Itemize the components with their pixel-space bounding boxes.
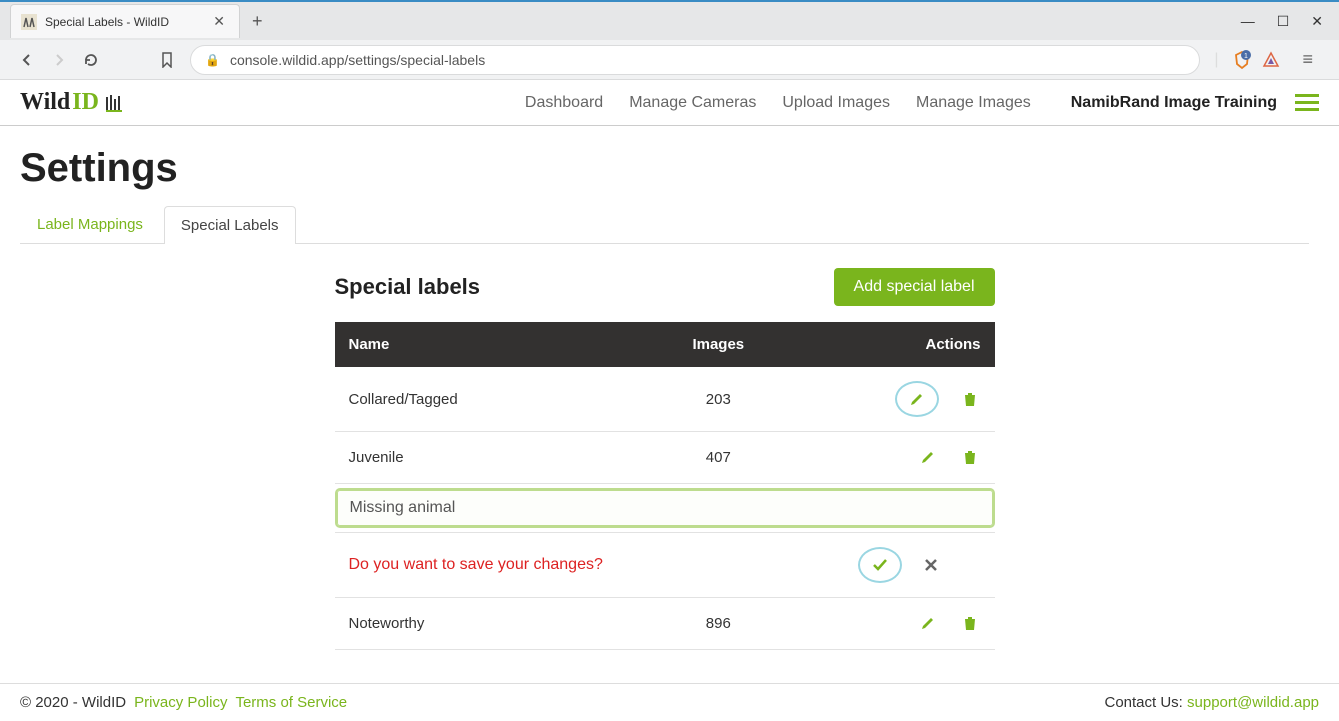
- nav-upload-images[interactable]: Upload Images: [782, 94, 890, 112]
- col-images: Images: [632, 322, 805, 367]
- tab-title: Special Labels - WildID: [45, 15, 201, 29]
- label-images: 896: [632, 598, 805, 650]
- address-bar: 🔒 console.wildid.app/settings/special-la…: [0, 40, 1339, 80]
- contact-label: Contact Us:: [1104, 694, 1182, 711]
- label-images: 203: [632, 367, 805, 432]
- trash-icon[interactable]: [959, 388, 981, 410]
- label-name-input[interactable]: [337, 490, 993, 526]
- hamburger-icon[interactable]: [1295, 90, 1319, 115]
- nav-manage-images[interactable]: Manage Images: [916, 94, 1031, 112]
- edit-circled: [895, 381, 939, 417]
- new-tab-button[interactable]: +: [244, 7, 271, 36]
- settings-tabs: Label Mappings Special Labels: [20, 205, 1309, 244]
- pencil-icon[interactable]: [917, 446, 939, 468]
- privacy-link[interactable]: Privacy Policy: [134, 694, 227, 711]
- pencil-icon[interactable]: [906, 388, 928, 410]
- labels-table: Name Images Actions Collared/Tagged 203: [335, 322, 995, 650]
- svg-text:1: 1: [1245, 53, 1249, 60]
- label-images: 407: [632, 432, 805, 484]
- maximize-button[interactable]: ☐: [1277, 13, 1290, 30]
- app-header: WildID Dashboard Manage Cameras Upload I…: [0, 80, 1339, 126]
- account-name: NamibRand Image Training: [1071, 94, 1277, 112]
- copyright: © 2020 - WildID: [20, 694, 126, 711]
- forward-button[interactable]: [50, 51, 68, 69]
- confirm-circled: [858, 547, 902, 583]
- confirm-text: Do you want to save your changes?: [335, 533, 805, 598]
- bat-icon[interactable]: [1262, 51, 1280, 69]
- browser-menu-icon[interactable]: ≡: [1294, 49, 1321, 70]
- url-box[interactable]: 🔒 console.wildid.app/settings/special-la…: [190, 45, 1200, 75]
- add-special-label-button[interactable]: Add special label: [834, 268, 995, 306]
- close-window-button[interactable]: ✕: [1311, 13, 1323, 30]
- content: Settings Label Mappings Special Labels S…: [0, 126, 1339, 683]
- table-row: Juvenile 407: [335, 432, 995, 484]
- footer: © 2020 - WildID Privacy Policy Terms of …: [0, 683, 1339, 721]
- logo[interactable]: WildID: [20, 89, 129, 117]
- minimize-button[interactable]: —: [1241, 13, 1255, 30]
- main-nav: Dashboard Manage Cameras Upload Images M…: [525, 94, 1031, 112]
- page-title: Settings: [20, 146, 1309, 191]
- confirm-row: Do you want to save your changes?: [335, 533, 995, 598]
- panel-header: Special labels Add special label: [335, 268, 995, 306]
- lock-icon: 🔒: [205, 53, 220, 67]
- bookmark-icon[interactable]: [158, 51, 176, 69]
- edit-row: [335, 484, 995, 533]
- tab-strip: Special Labels - WildID ✕ + — ☐ ✕: [0, 2, 1339, 40]
- reload-button[interactable]: [82, 51, 100, 69]
- table-row: Collared/Tagged 203: [335, 367, 995, 432]
- cancel-icon[interactable]: [920, 554, 942, 576]
- table-row: Noteworthy 896: [335, 598, 995, 650]
- label-name: Noteworthy: [335, 598, 632, 650]
- tab-label-mappings[interactable]: Label Mappings: [20, 205, 160, 243]
- brave-shield-icon[interactable]: 1: [1232, 50, 1252, 70]
- tab-special-labels[interactable]: Special Labels: [164, 206, 296, 244]
- pencil-icon[interactable]: [917, 612, 939, 634]
- label-name: Juvenile: [335, 432, 632, 484]
- trash-icon[interactable]: [959, 612, 981, 634]
- back-button[interactable]: [18, 51, 36, 69]
- extension-icons: 1: [1232, 50, 1280, 70]
- label-name: Collared/Tagged: [335, 367, 632, 432]
- url-text: console.wildid.app/settings/special-labe…: [230, 52, 485, 68]
- panel-title: Special labels: [335, 274, 481, 300]
- check-icon[interactable]: [869, 554, 891, 576]
- col-name: Name: [335, 322, 632, 367]
- special-labels-panel: Special labels Add special label Name Im…: [335, 268, 995, 650]
- terms-link[interactable]: Terms of Service: [235, 694, 347, 711]
- logo-animals-icon: [101, 89, 129, 117]
- nav-manage-cameras[interactable]: Manage Cameras: [629, 94, 756, 112]
- nav-dashboard[interactable]: Dashboard: [525, 94, 603, 112]
- browser-chrome: Special Labels - WildID ✕ + — ☐ ✕ 🔒 cons…: [0, 0, 1339, 80]
- favicon-icon: [21, 14, 37, 30]
- col-actions: Actions: [805, 322, 995, 367]
- window-controls: — ☐ ✕: [1241, 13, 1339, 30]
- trash-icon[interactable]: [959, 446, 981, 468]
- close-icon[interactable]: ✕: [209, 13, 229, 30]
- contact-email[interactable]: support@wildid.app: [1187, 694, 1319, 711]
- browser-tab[interactable]: Special Labels - WildID ✕: [10, 4, 240, 38]
